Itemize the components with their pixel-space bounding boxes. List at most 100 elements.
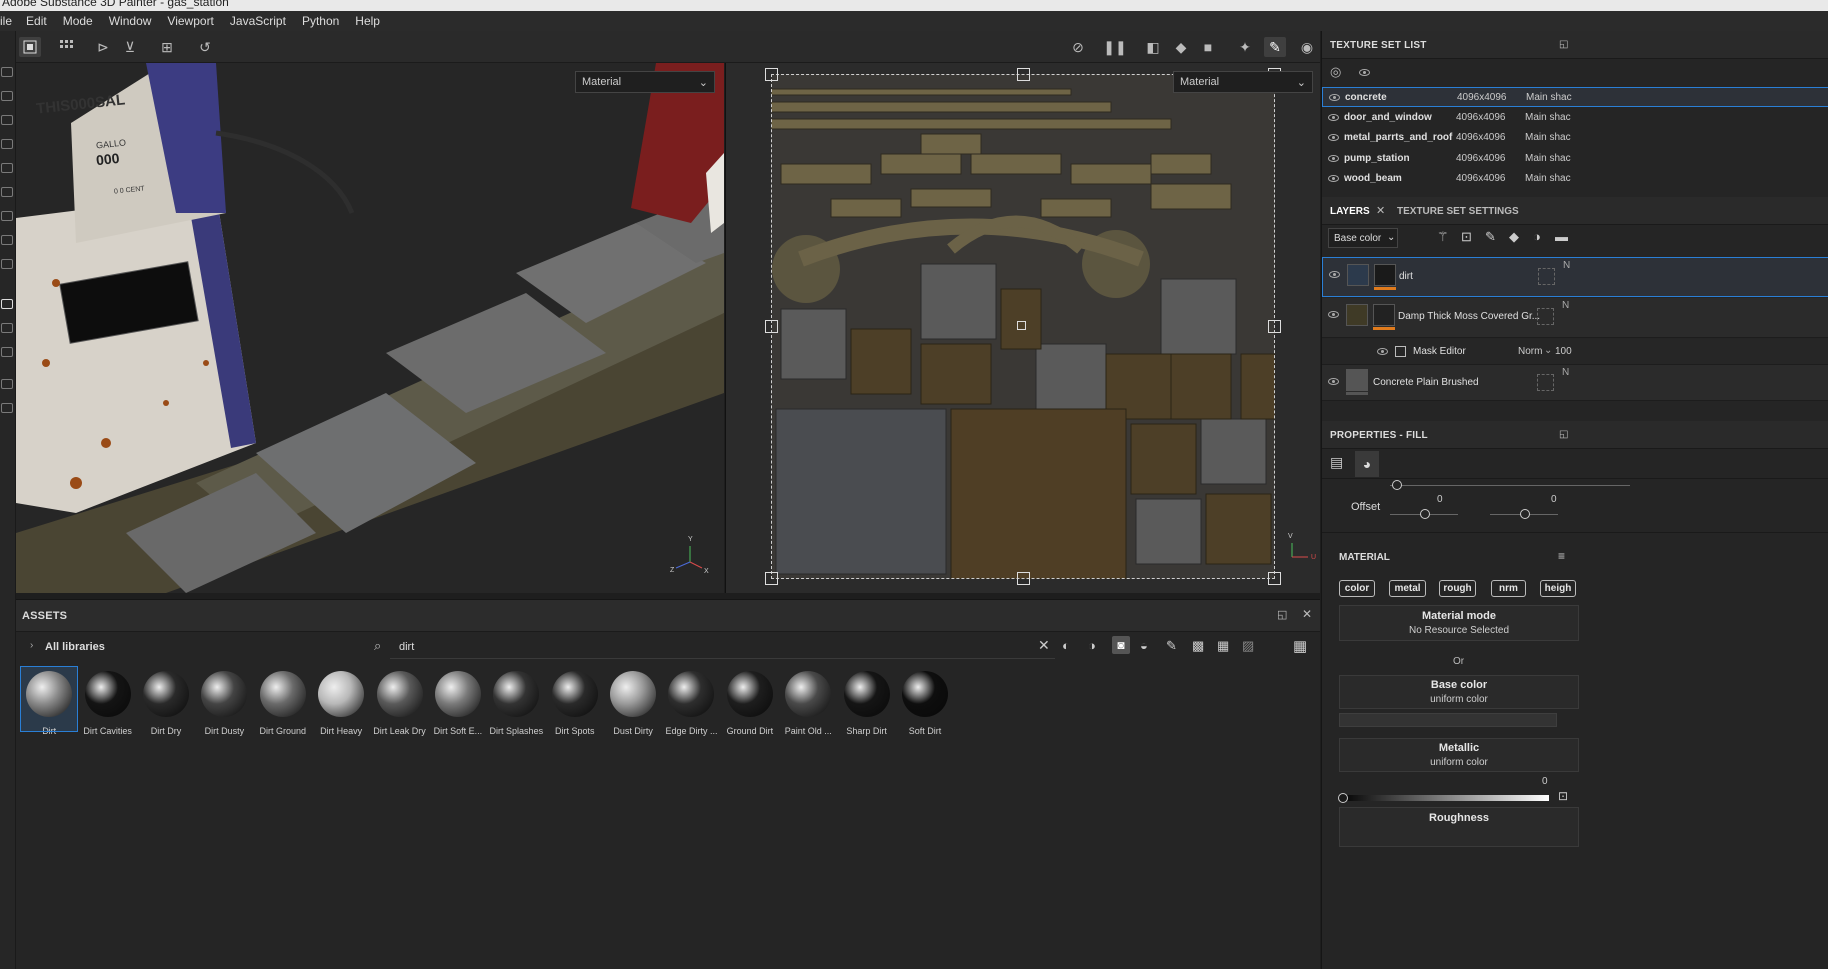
add-effect-icon[interactable]: ◑ — [1533, 229, 1541, 244]
texture-set-row[interactable]: door_and_window 4096x4096 Main shac — [1322, 108, 1828, 128]
viewport-3d-mode-select[interactable]: Material ⌄ — [575, 71, 715, 93]
rotation-slider-track[interactable] — [1390, 485, 1630, 486]
picker-tool-icon[interactable] — [1, 211, 13, 221]
chip-nrm[interactable]: nrm — [1491, 580, 1526, 597]
projection-tool-icon[interactable] — [1, 115, 13, 125]
metallic-slider-value[interactable]: 0 — [1542, 776, 1548, 787]
add-paint-layer-icon[interactable]: ✎ — [1485, 229, 1496, 245]
uv-handle-center[interactable] — [1017, 321, 1026, 330]
filter-masks-icon[interactable]: ◙ — [1112, 636, 1130, 654]
eraser-tool-icon[interactable] — [1, 91, 13, 101]
eye-icon[interactable] — [1329, 271, 1340, 278]
menu-help[interactable]: Help — [347, 14, 388, 28]
layer-mask-thumb[interactable] — [1374, 264, 1396, 286]
asset-thumb[interactable]: Ground Dirt — [721, 666, 779, 736]
undock-icon[interactable]: ◱ — [1559, 39, 1568, 50]
filter-environments-icon[interactable]: ▨ — [1242, 638, 1254, 654]
filter-smart-masks-icon[interactable]: ◒ — [1140, 638, 1148, 653]
base-color-box[interactable]: Base color uniform color — [1339, 675, 1579, 709]
eye-icon[interactable] — [1328, 378, 1339, 385]
mirror-y-icon[interactable]: ⊻ — [119, 37, 141, 57]
menu-javascript[interactable]: JavaScript — [222, 14, 294, 28]
layer-row-concrete[interactable]: Concrete Plain Brushed N — [1322, 365, 1828, 401]
base-color-swatch[interactable] — [1339, 713, 1557, 727]
viewport-2d-mode-select[interactable]: Material ⌄ — [1173, 71, 1313, 93]
add-fill-layer-icon[interactable]: ◆ — [1509, 229, 1519, 245]
layer-mask-thumb[interactable] — [1373, 304, 1395, 326]
menu-window[interactable]: Window — [101, 14, 160, 28]
effect-blend-mode[interactable]: Norm — [1518, 346, 1542, 357]
texture-set-row[interactable]: pump_station 4096x4096 Main shac — [1322, 149, 1828, 169]
offset-x-value[interactable]: 0 — [1437, 494, 1443, 505]
asset-thumb[interactable]: Dirt — [20, 666, 79, 736]
undock-icon[interactable]: ◱ — [1277, 608, 1287, 621]
asset-thumb[interactable]: Paint Old ... — [779, 666, 837, 736]
filter-smart-materials-icon[interactable]: ◑ — [1088, 638, 1096, 653]
chip-metal[interactable]: metal — [1389, 580, 1426, 597]
clone-tool-icon[interactable] — [1, 187, 13, 197]
menu-mode[interactable]: Mode — [55, 14, 101, 28]
add-mask-icon[interactable]: ⊡ — [1461, 229, 1472, 245]
eye-icon[interactable] — [1328, 175, 1339, 183]
uv-handle-ml[interactable] — [765, 320, 778, 333]
texture-set-row[interactable]: metal_parrts_and_roof 4096x4096 Main shac — [1322, 128, 1828, 148]
hide-ui-icon[interactable]: ⊘ — [1067, 37, 1089, 57]
roughness-box[interactable]: Roughness — [1339, 807, 1579, 847]
asset-thumb[interactable]: Dirt Splashes — [487, 666, 545, 736]
channel-select[interactable]: Base color ⌄ — [1328, 228, 1398, 248]
texture-set-row[interactable]: concrete 4096x4096 Main shac — [1322, 87, 1828, 107]
asset-thumb[interactable]: Soft Dirt — [896, 666, 954, 736]
close-icon[interactable]: ✕ — [1376, 204, 1385, 217]
grid-view-icon[interactable]: ▦ — [1293, 637, 1307, 655]
viewport-3d[interactable]: THIS000SAL GALLO 000 0 0 CENT Material ⌄ … — [16, 63, 724, 593]
export-icon[interactable] — [1, 403, 13, 413]
texture-set-shader[interactable]: Main shac — [1525, 112, 1571, 123]
bake-tool-icon[interactable] — [1, 235, 13, 245]
texture-set-row[interactable]: wood_beam 4096x4096 Main shac — [1322, 169, 1828, 189]
close-icon[interactable]: ✕ — [1302, 607, 1312, 621]
uv-handle-br[interactable] — [1268, 572, 1281, 585]
grid-snap-icon[interactable] — [56, 37, 78, 57]
texture-set-shader[interactable]: Main shac — [1525, 173, 1571, 184]
asset-thumb[interactable]: Dirt Dry — [137, 666, 195, 736]
menu-python[interactable]: Python — [294, 14, 347, 28]
pause-icon[interactable]: ❚❚ — [1103, 37, 1126, 57]
asset-thumb[interactable]: Dirt Spots — [546, 666, 604, 736]
layer-blend-placeholder[interactable] — [1537, 308, 1554, 325]
add-folder-icon[interactable]: ▬ — [1555, 229, 1568, 244]
menu-viewport[interactable]: Viewport — [159, 14, 221, 28]
polygon-fill-tool-icon[interactable] — [1, 139, 13, 149]
eye-icon[interactable] — [1329, 94, 1340, 101]
material-mode-box[interactable]: Material mode No Resource Selected — [1339, 605, 1579, 641]
add-frame-icon[interactable]: ⊞ — [156, 37, 178, 57]
asset-thumb[interactable]: Dirt Soft E... — [429, 666, 487, 736]
layer-row-moss[interactable]: Damp Thick Moss Covered Gr... N — [1322, 298, 1828, 338]
asset-thumb[interactable]: Edge Dirty ... — [662, 666, 720, 736]
uv-handle-bl[interactable] — [765, 572, 778, 585]
library-selector[interactable]: All libraries — [45, 641, 105, 653]
paint-tool-icon[interactable] — [1, 67, 13, 77]
eye-icon[interactable] — [1359, 69, 1370, 76]
chip-height[interactable]: heigh — [1540, 580, 1576, 597]
shader-settings-icon[interactable] — [1, 347, 13, 357]
menu-icon[interactable]: ≡ — [1558, 549, 1565, 563]
eye-icon[interactable] — [1377, 348, 1388, 355]
texture-set-shader[interactable]: Main shac — [1525, 153, 1571, 164]
layers-shelf-icon[interactable] — [1, 299, 13, 309]
viewport-2d[interactable]: Material ⌄ V U — [725, 63, 1320, 593]
offset-y-value[interactable]: 0 — [1551, 494, 1557, 505]
asset-thumb[interactable]: Dirt Dusty — [195, 666, 253, 736]
asset-thumb[interactable]: Dirt Cavities — [78, 666, 136, 736]
mirror-x-icon[interactable]: ⊳ — [92, 37, 114, 57]
eye-icon[interactable] — [1328, 113, 1339, 121]
eye-icon[interactable] — [1328, 311, 1339, 318]
filter-grids-icon[interactable]: ▦ — [1217, 638, 1229, 654]
magic-wand-icon[interactable]: ⚚ — [1437, 229, 1449, 245]
paint-mode-icon[interactable]: ✎ — [1264, 37, 1286, 57]
texture-set-shader[interactable]: Main shac — [1525, 132, 1571, 143]
metallic-box[interactable]: Metallic uniform color — [1339, 738, 1579, 772]
texture-set-shader[interactable]: Main shac — [1526, 92, 1572, 103]
eye-icon[interactable] — [1328, 134, 1339, 142]
tab-layers[interactable]: LAYERS — [1330, 206, 1370, 217]
layer-blend-placeholder[interactable] — [1538, 268, 1555, 285]
